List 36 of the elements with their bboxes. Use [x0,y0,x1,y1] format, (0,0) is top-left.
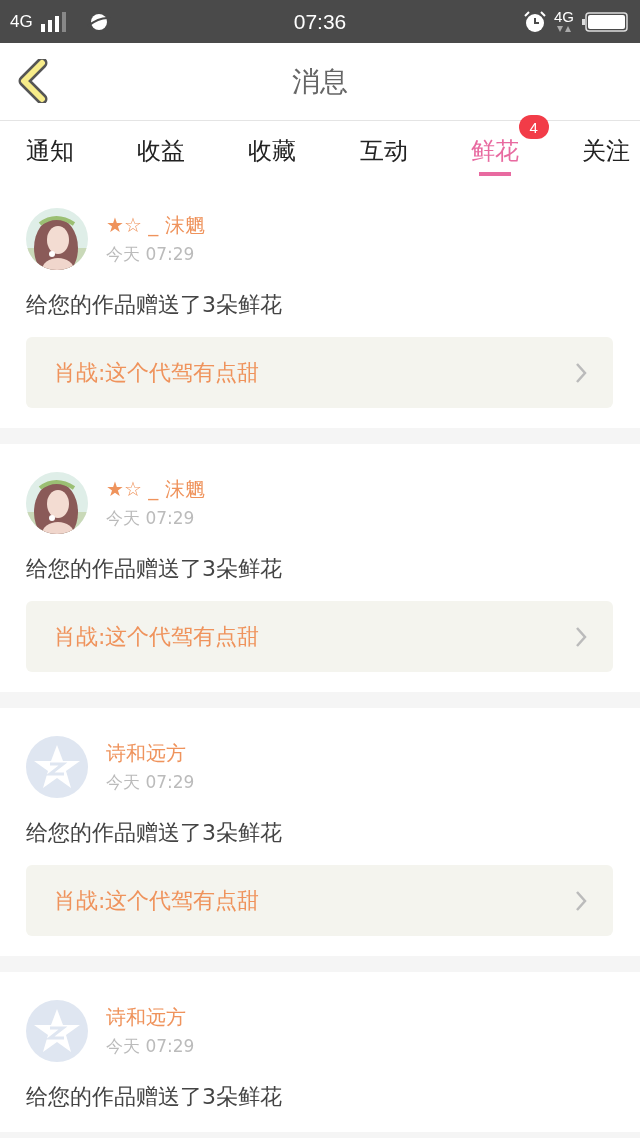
work-link[interactable]: 肖战:这个代驾有点甜 [26,337,613,408]
message-time: 今天 07:29 [106,1035,195,1058]
signal-icon [40,11,67,32]
chevron-icon [575,889,587,912]
message-text: 给您的作品赠送了3朵鲜花 [26,1083,283,1111]
message-time: 今天 07:29 [106,771,195,794]
message-text: 给您的作品赠送了3朵鲜花 [26,291,283,319]
status-time: 07:36 [293,9,347,34]
network-label: 4G [554,10,574,24]
back-button[interactable] [16,59,50,103]
star-avatar-icon [26,1000,88,1062]
tab[interactable]: 鲜花 [470,121,519,180]
work-link[interactable]: 肖战:这个代驾有点甜 [26,865,613,936]
tab[interactable]: 收益 [137,121,186,180]
data-arrows-icon [556,25,572,33]
user-name[interactable]: ★☆ _ 沫魍 [106,476,205,503]
tab[interactable]: 通知 [26,121,74,180]
work-link[interactable]: 肖战:这个代驾有点甜 [26,601,613,672]
message-time: 今天 07:29 [106,507,196,530]
tab[interactable]: 关注 [581,121,630,180]
tab[interactable]: 收藏 [248,121,297,180]
chevron-icon [575,361,587,384]
user-name[interactable]: 诗和远方 [106,740,195,767]
message-time: 今天 07:29 [106,243,196,266]
star-avatar-icon [26,736,88,798]
network-label: 4G [10,11,33,32]
tab[interactable]: 互动 [359,121,408,180]
chevron-icon [575,625,587,648]
user-name[interactable]: ★☆ _ 沫魍 [106,212,205,239]
page-title: 消息 [292,63,348,100]
message-text: 给您的作品赠送了3朵鲜花 [26,555,283,583]
battery-icon [582,11,628,32]
user-name[interactable]: 诗和远方 [106,1004,195,1031]
count-badge: 4 [518,115,549,139]
alarm-icon [524,10,546,33]
message-text: 给您的作品赠送了3朵鲜花 [26,819,283,847]
